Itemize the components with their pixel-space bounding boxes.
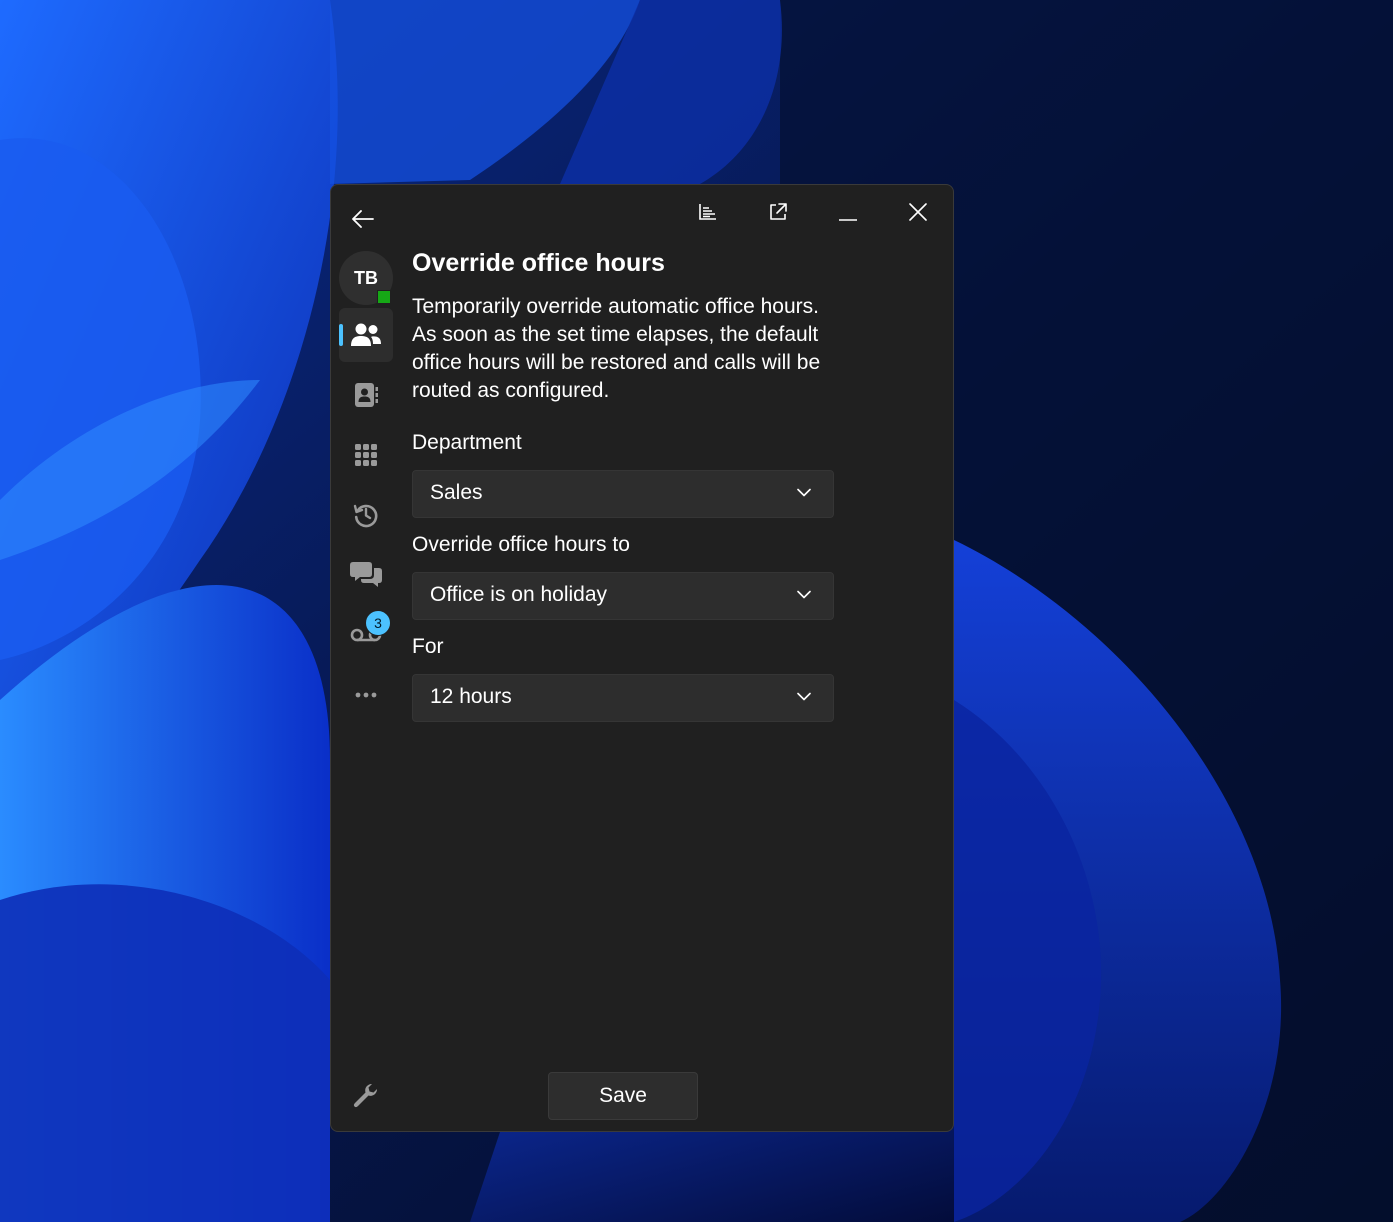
- override-to-value: Office is on holiday: [430, 583, 608, 606]
- presence-indicator: [377, 290, 391, 304]
- department-value: Sales: [430, 481, 483, 504]
- more-icon: [355, 692, 377, 698]
- close-button[interactable]: [895, 191, 941, 233]
- dialpad-icon: [355, 444, 377, 466]
- page-title: Override office hours: [412, 249, 665, 277]
- rail-item-more[interactable]: [339, 668, 393, 722]
- duration-select[interactable]: 12 hours: [412, 674, 834, 722]
- history-icon: [353, 504, 378, 528]
- rail-item-history[interactable]: [339, 488, 393, 542]
- minimize-button[interactable]: [825, 191, 871, 233]
- people-icon: [351, 323, 381, 346]
- back-button[interactable]: [343, 199, 383, 239]
- duration-value: 12 hours: [430, 685, 512, 708]
- contact-card-icon: [355, 383, 378, 407]
- override-to-label: Override office hours to: [412, 533, 630, 556]
- voicemail-badge: 3: [365, 610, 391, 636]
- chevron-down-icon: [797, 692, 811, 701]
- active-indicator: [339, 324, 343, 346]
- chat-icon: [350, 562, 382, 587]
- rail-item-chat[interactable]: [339, 548, 393, 602]
- back-arrow-icon: [352, 210, 374, 228]
- override-to-select[interactable]: Office is on holiday: [412, 572, 834, 620]
- avatar-initials: TB: [354, 267, 378, 288]
- rail-item-people[interactable]: [339, 308, 393, 362]
- save-button[interactable]: Save: [548, 1072, 698, 1120]
- settings-button[interactable]: [345, 1075, 387, 1117]
- wrench-icon: [353, 1083, 378, 1108]
- chart-icon: [699, 204, 716, 220]
- minimize-icon: [839, 219, 857, 221]
- chevron-down-icon: [797, 590, 811, 599]
- open-external-button[interactable]: [755, 191, 801, 233]
- open-external-icon: [770, 203, 787, 220]
- chart-button[interactable]: [685, 191, 731, 233]
- department-select[interactable]: Sales: [412, 470, 834, 518]
- chevron-down-icon: [797, 488, 811, 497]
- page-description: Temporarily override automatic office ho…: [412, 295, 821, 402]
- duration-label: For: [412, 635, 444, 658]
- rail-item-contacts[interactable]: [339, 368, 393, 422]
- rail-item-dialpad[interactable]: [339, 428, 393, 482]
- close-icon: [909, 203, 927, 221]
- department-label: Department: [412, 431, 522, 454]
- app-window: TB 3 Override office hours Temporarily o…: [330, 184, 954, 1132]
